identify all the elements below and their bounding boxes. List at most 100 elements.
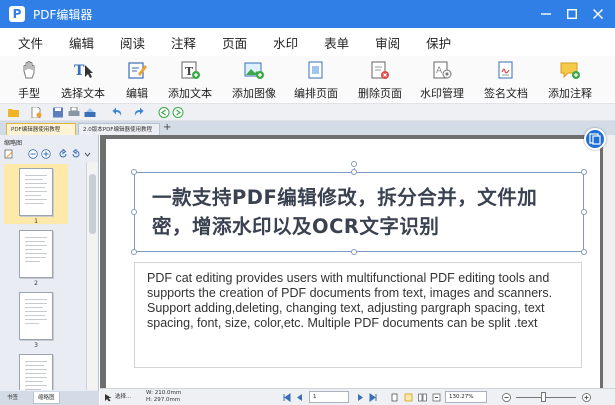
minimize-button[interactable] [535, 3, 557, 25]
page-number-input[interactable]: 1 [309, 391, 349, 403]
quick-toolbar [0, 103, 615, 121]
thumbnail-page-2[interactable]: 2 [4, 226, 68, 287]
thumbnail-page-3[interactable]: 3 [4, 288, 68, 349]
resize-handle[interactable] [581, 209, 587, 215]
continuous-view-icon[interactable] [404, 393, 413, 402]
zoom-in-icon[interactable] [582, 393, 591, 402]
menu-watermark[interactable]: 水印 [273, 33, 298, 52]
window-controls [531, 0, 609, 28]
tool-label: 编排页面 [294, 87, 338, 100]
add-comment-icon [560, 62, 580, 79]
tool-label: 编辑 [126, 87, 148, 100]
select-tool-icon[interactable] [104, 393, 113, 402]
hand-icon [23, 61, 35, 79]
scrollbar-thumb[interactable] [89, 174, 96, 234]
menu-edit[interactable]: 编辑 [69, 33, 94, 52]
forward-icon[interactable] [172, 107, 184, 118]
add-image-button[interactable]: 添加图像 [232, 60, 276, 101]
menu-file[interactable]: 文件 [18, 33, 43, 52]
menu-review[interactable]: 审阅 [375, 33, 400, 52]
tab-label: PDF编辑器使用教程 [11, 127, 61, 133]
page-options-icon[interactable] [4, 149, 14, 159]
tab-v2-guide[interactable]: 2.0版本PDF编辑器使用教程 [78, 123, 160, 135]
last-page-icon[interactable] [369, 393, 378, 402]
page-width: W: 210.0mm [146, 390, 182, 396]
resize-handle[interactable] [351, 249, 357, 255]
tool-label: 签名文档 [484, 87, 528, 100]
thumbnail-image [19, 168, 53, 216]
tab-pdf-guide[interactable]: PDF编辑器使用教程 [6, 123, 76, 135]
tab-bookmarks[interactable]: 书签 [3, 392, 22, 404]
rotate-icon[interactable] [58, 149, 68, 159]
maximize-button[interactable] [561, 3, 583, 25]
select-text-button[interactable]: T 选择文本 [61, 60, 105, 101]
arrange-pages-button[interactable]: 编排页面 [294, 60, 338, 101]
zoom-select[interactable]: 130.27% [445, 391, 487, 403]
document-tab-strip: PDF编辑器使用教程 2.0版本PDF编辑器使用教程 + [0, 121, 615, 135]
first-page-icon[interactable] [282, 393, 291, 402]
zoom-out-icon[interactable] [502, 393, 511, 402]
previous-page-icon[interactable] [295, 393, 304, 402]
sign-document-button[interactable]: 签名文档 [484, 60, 528, 101]
title-bar: P PDF编辑器 [0, 0, 615, 28]
document-body-text[interactable]: PDF cat editing provides users with mult… [147, 271, 567, 331]
add-comment-button[interactable]: 添加注释 [548, 60, 592, 101]
resize-handle[interactable] [131, 249, 137, 255]
resize-handle[interactable] [581, 249, 587, 255]
zoom-out-icon[interactable] [28, 149, 38, 159]
close-button[interactable] [587, 3, 609, 25]
close-icon [593, 9, 603, 19]
hand-tool-button[interactable]: 手型 [18, 60, 40, 101]
menu-protect[interactable]: 保护 [426, 33, 451, 52]
floating-action-button[interactable] [584, 128, 606, 150]
menu-annotate[interactable]: 注释 [171, 33, 196, 52]
two-page-view-icon[interactable] [418, 393, 427, 402]
delete-page-button[interactable]: 删除页面 [358, 60, 402, 101]
fit-page-icon[interactable] [432, 393, 441, 402]
open-folder-icon[interactable] [8, 107, 20, 118]
tool-label: 水印管理 [420, 87, 464, 100]
next-page-icon[interactable] [356, 393, 365, 402]
panel-menu-icon[interactable] [84, 149, 91, 159]
zoom-in-icon[interactable] [41, 149, 51, 159]
tool-label: 删除页面 [358, 87, 402, 100]
resize-handle[interactable] [351, 169, 357, 175]
print-icon[interactable] [68, 107, 80, 118]
resize-handle[interactable] [131, 209, 137, 215]
rotate-handle[interactable] [351, 161, 357, 167]
sign-document-icon [498, 61, 513, 79]
resize-handle[interactable] [581, 169, 587, 175]
document-heading[interactable]: 一款支持PDF编辑修改，拆分合并，文件加密，增添水印以及OCR文字识别 [152, 183, 572, 241]
menu-page[interactable]: 页面 [222, 33, 247, 52]
refresh-icon[interactable] [71, 149, 81, 159]
save-icon[interactable] [52, 107, 64, 118]
thumbnail-page-4[interactable] [4, 350, 68, 390]
thumbnail-scrollbar[interactable] [86, 162, 98, 390]
window-title: PDF编辑器 [33, 7, 93, 22]
tab-thumbnails[interactable]: 缩略图 [33, 392, 60, 404]
undo-icon[interactable] [112, 107, 124, 118]
zoom-slider-thumb[interactable] [541, 392, 546, 402]
back-icon[interactable] [158, 107, 170, 118]
pdf-page: 一款支持PDF编辑修改，拆分合并，文件加密，增添水印以及OCR文字识别 PDF … [106, 139, 600, 388]
scan-icon[interactable] [84, 107, 96, 118]
edit-button[interactable]: 编辑 [126, 60, 148, 101]
add-text-button[interactable]: T 添加文本 [168, 60, 212, 101]
new-tab-icon[interactable]: + [163, 122, 171, 133]
resize-handle[interactable] [131, 169, 137, 175]
redo-icon[interactable] [132, 107, 144, 118]
menu-form[interactable]: 表单 [324, 33, 349, 52]
svg-text:T: T [74, 63, 85, 79]
status-bar: 选择... W: 210.0mm H: 297.0mm 1 130.27% [100, 388, 615, 405]
select-mode-label[interactable]: 选择... [115, 392, 131, 400]
watermark-button[interactable]: A 水印管理 [420, 60, 464, 101]
zoom-slider[interactable] [516, 397, 576, 398]
menu-read[interactable]: 阅读 [120, 33, 145, 52]
new-file-icon[interactable] [30, 107, 42, 118]
add-image-icon [244, 62, 264, 79]
tool-label: 手型 [18, 87, 40, 100]
edit-icon [128, 62, 147, 79]
thumbnail-page-1[interactable]: 1 [4, 164, 68, 225]
document-scrollbar[interactable] [603, 135, 615, 388]
single-page-view-icon[interactable] [390, 393, 399, 402]
